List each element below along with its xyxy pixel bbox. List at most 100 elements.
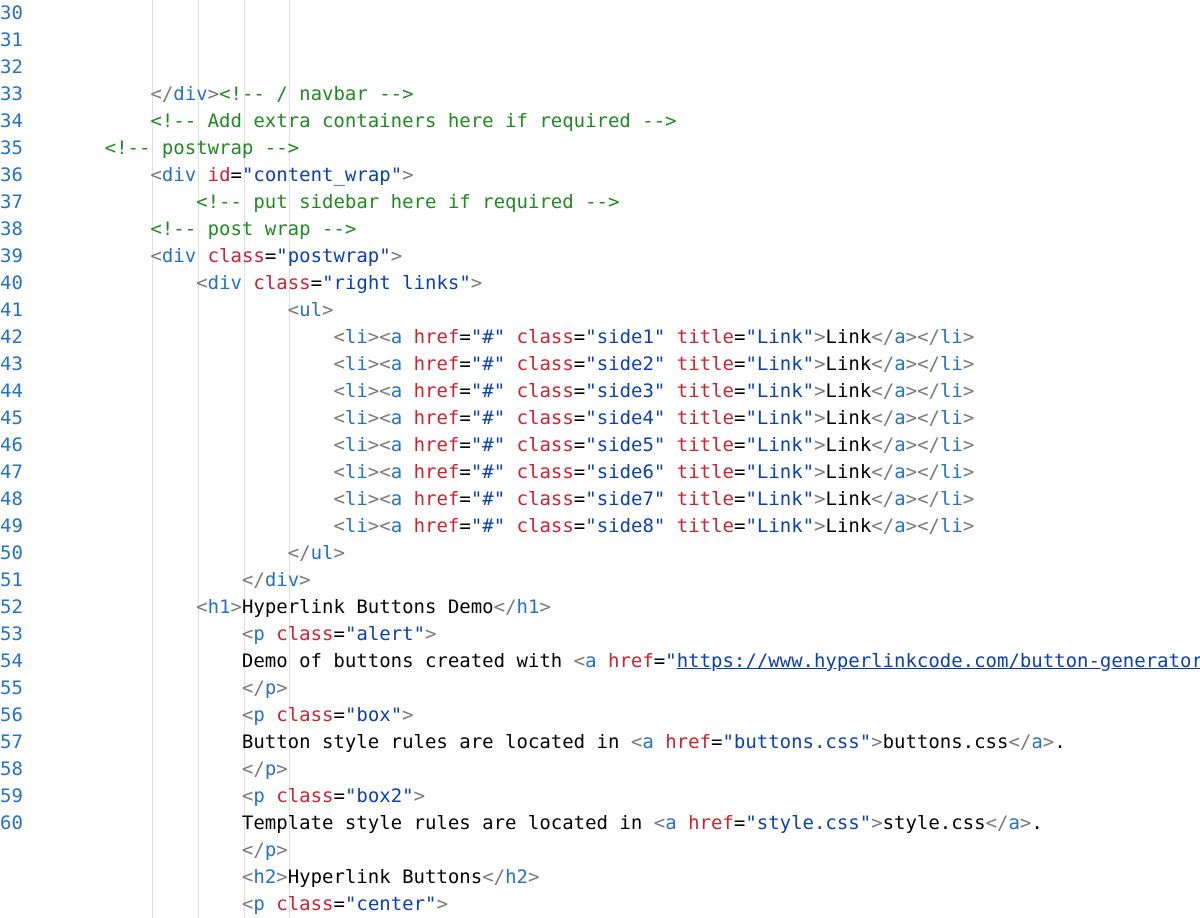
- code-line[interactable]: <p class="box">: [59, 702, 1200, 729]
- token-punct: >: [368, 515, 379, 537]
- token-comment: <!-- / navbar -->: [219, 83, 413, 105]
- token-punct: >: [471, 272, 482, 294]
- token-txt: Link: [826, 326, 872, 348]
- token-txt: buttons.css: [883, 731, 1009, 753]
- token-comment: <!-- Add extra containers here if requir…: [150, 110, 676, 132]
- token-txt: [654, 731, 665, 753]
- code-line[interactable]: <li><a href="#" class="side7" title="Lin…: [59, 486, 1200, 513]
- token-val: "box": [345, 704, 402, 726]
- token-txt: Button style rules are located in: [242, 731, 631, 753]
- token-punct: >: [963, 380, 974, 402]
- token-tag: li: [940, 461, 963, 483]
- code-line[interactable]: <li><a href="#" class="side2" title="Lin…: [59, 351, 1200, 378]
- code-line[interactable]: <p class="box2">: [59, 783, 1200, 810]
- token-punct: </: [871, 353, 894, 375]
- token-txt: Hyperlink Buttons: [288, 866, 482, 888]
- token-attr: class: [276, 704, 333, 726]
- token-eq: =: [734, 461, 745, 483]
- token-punct: </: [871, 407, 894, 429]
- code-line[interactable]: <div class="right links">: [59, 270, 1200, 297]
- code-line[interactable]: </p>: [59, 675, 1200, 702]
- token-tag: p: [265, 839, 276, 861]
- line-number: 37: [0, 189, 23, 216]
- code-line[interactable]: <h1>Hyperlink Buttons Demo</h1>: [59, 594, 1200, 621]
- line-number: 41: [0, 297, 23, 324]
- line-number: 30: [0, 0, 23, 27]
- token-tag: div: [173, 83, 207, 105]
- token-txt: Link: [826, 488, 872, 510]
- token-tag: li: [345, 515, 368, 537]
- code-line[interactable]: <li><a href="#" class="side6" title="Lin…: [59, 459, 1200, 486]
- token-txt: [505, 326, 516, 348]
- code-line[interactable]: <li><a href="#" class="side1" title="Lin…: [59, 324, 1200, 351]
- line-number: 53: [0, 621, 23, 648]
- token-txt: [505, 434, 516, 456]
- code-line[interactable]: <div class="postwrap">: [59, 243, 1200, 270]
- token-txt: [505, 461, 516, 483]
- code-line[interactable]: </div>: [59, 567, 1200, 594]
- token-punct: >: [1043, 731, 1054, 753]
- code-line[interactable]: </ul>: [59, 540, 1200, 567]
- token-punct: <: [333, 407, 344, 429]
- code-editor[interactable]: 3031323334353637383940414243444546474849…: [0, 0, 1200, 918]
- token-eq: =: [459, 380, 470, 402]
- code-line[interactable]: Template style rules are located in <a h…: [59, 810, 1200, 837]
- code-line[interactable]: <!-- post wrap -->: [59, 216, 1200, 243]
- token-eq: =: [574, 488, 585, 510]
- token-eq: =: [459, 434, 470, 456]
- token-tag: a: [1031, 731, 1042, 753]
- token-txt: Link: [826, 353, 872, 375]
- token-punct: </: [917, 515, 940, 537]
- line-number: 33: [0, 81, 23, 108]
- code-line[interactable]: <div id="content_wrap">: [59, 162, 1200, 189]
- token-txt: .: [1054, 731, 1065, 753]
- code-area[interactable]: </div><!-- / navbar --> <!-- Add extra c…: [37, 0, 1200, 918]
- token-txt: [265, 704, 276, 726]
- token-punct: >: [231, 596, 242, 618]
- token-attr: href: [414, 515, 460, 537]
- token-tag: li: [345, 461, 368, 483]
- token-punct: <: [333, 434, 344, 456]
- token-punct: <: [333, 353, 344, 375]
- code-line[interactable]: <li><a href="#" class="side5" title="Lin…: [59, 432, 1200, 459]
- token-tag: div: [265, 569, 299, 591]
- code-line[interactable]: <ul>: [59, 297, 1200, 324]
- token-punct: <: [196, 596, 207, 618]
- line-number: 55: [0, 675, 23, 702]
- token-punct: >: [906, 326, 917, 348]
- token-punct: >: [368, 488, 379, 510]
- code-line[interactable]: <li><a href="#" class="side3" title="Lin…: [59, 378, 1200, 405]
- token-val: "center": [345, 893, 437, 915]
- token-eq: =: [734, 434, 745, 456]
- token-val: "side2": [585, 353, 665, 375]
- code-line[interactable]: <!-- put sidebar here if required -->: [59, 189, 1200, 216]
- token-punct: >: [276, 677, 287, 699]
- token-punct: <: [242, 866, 253, 888]
- code-line[interactable]: </div><!-- / navbar -->: [59, 81, 1200, 108]
- code-line[interactable]: <li><a href="#" class="side8" title="Lin…: [59, 513, 1200, 540]
- line-number: 49: [0, 513, 23, 540]
- token-eq: =: [734, 515, 745, 537]
- token-punct: >: [528, 866, 539, 888]
- code-line[interactable]: <li><a href="#" class="side4" title="Lin…: [59, 405, 1200, 432]
- code-line[interactable]: Button style rules are located in <a hre…: [59, 729, 1200, 756]
- token-eq: =: [574, 353, 585, 375]
- line-number: 35: [0, 135, 23, 162]
- token-punct: >: [963, 407, 974, 429]
- token-txt: [665, 515, 676, 537]
- token-txt: [665, 380, 676, 402]
- code-line[interactable]: <!-- Add extra containers here if requir…: [59, 108, 1200, 135]
- token-punct: >: [963, 353, 974, 375]
- token-punct: >: [402, 704, 413, 726]
- code-line[interactable]: <p class="center">: [59, 891, 1200, 918]
- code-line[interactable]: <p class="alert">: [59, 621, 1200, 648]
- token-eq: =: [574, 326, 585, 348]
- code-line[interactable]: <h2>Hyperlink Buttons</h2>: [59, 864, 1200, 891]
- token-tag: a: [585, 650, 596, 672]
- code-line[interactable]: </p>: [59, 756, 1200, 783]
- code-line[interactable]: </p>: [59, 837, 1200, 864]
- code-line[interactable]: <!-- postwrap -->: [59, 135, 1200, 162]
- token-eq: =: [574, 434, 585, 456]
- token-eq: =: [459, 461, 470, 483]
- code-line[interactable]: Demo of buttons created with <a href="ht…: [59, 648, 1200, 675]
